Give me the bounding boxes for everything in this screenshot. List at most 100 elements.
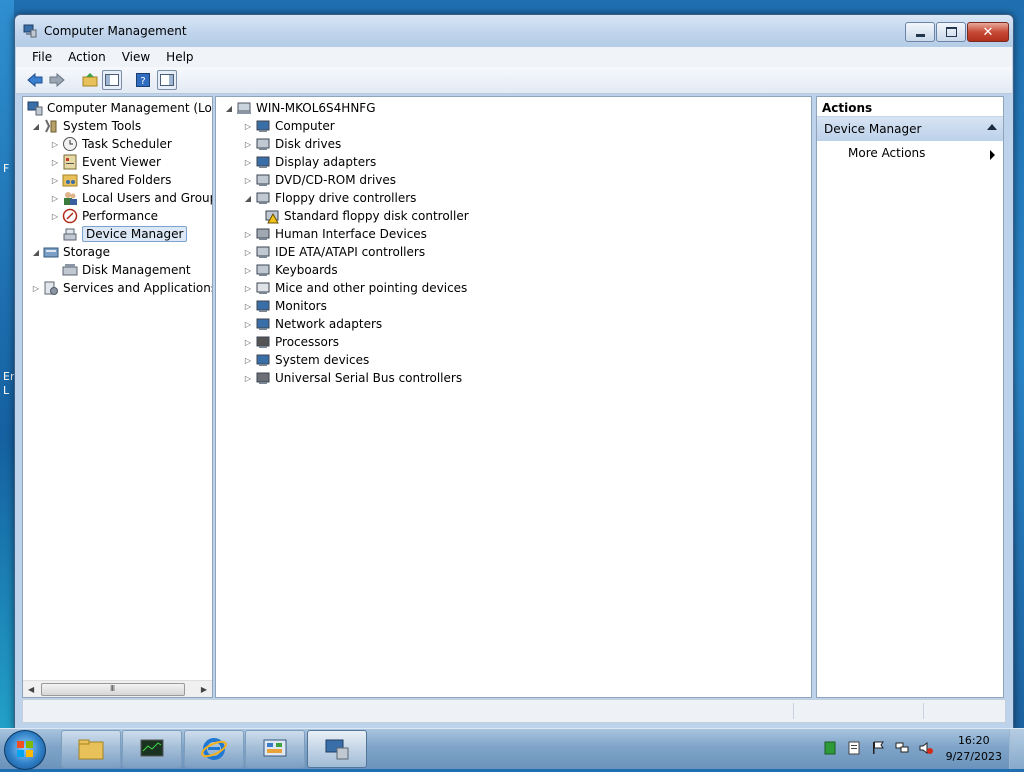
taskbar-control-panel[interactable] — [245, 730, 305, 768]
expand-arrow-icon[interactable]: ▷ — [243, 153, 253, 171]
monitor-icon — [256, 300, 270, 312]
actions-section-device-manager[interactable]: Device Manager — [817, 117, 1003, 141]
device-category[interactable]: ▷ Monitors — [243, 297, 327, 315]
device-root[interactable]: ◢ WIN-MKOL6S4HNFG — [224, 99, 376, 117]
tree-item-disk-management[interactable]: Disk Management — [60, 261, 191, 279]
help-button[interactable]: ? — [133, 70, 153, 90]
expand-arrow-icon[interactable]: ▷ — [31, 279, 41, 297]
taskbar-computer-management[interactable] — [307, 730, 367, 768]
device-category[interactable]: ▷ Computer — [243, 117, 335, 135]
show-hide-action-pane-button[interactable] — [157, 70, 177, 90]
device-category[interactable]: ▷ Mice and other pointing devices — [243, 279, 467, 297]
tree-horizontal-scrollbar[interactable]: ◀ III ▶ — [23, 680, 212, 697]
tree-item-system-tools[interactable]: ◢ System Tools — [31, 117, 141, 135]
menu-action[interactable]: Action — [60, 47, 114, 67]
expand-arrow-icon[interactable]: ▷ — [243, 135, 253, 153]
ide-controller-icon — [256, 246, 270, 258]
forward-button[interactable] — [47, 70, 67, 90]
network-icon[interactable] — [895, 741, 909, 755]
device-category[interactable]: ▷ Universal Serial Bus controllers — [243, 369, 462, 387]
document-icon[interactable] — [847, 741, 861, 755]
expand-arrow-icon[interactable]: ▷ — [50, 189, 60, 207]
collapse-arrow-icon[interactable]: ◢ — [243, 189, 253, 207]
tree-item-task-scheduler[interactable]: ▷ Task Scheduler — [50, 135, 172, 153]
device-category[interactable]: ▷ DVD/CD-ROM drives — [243, 171, 396, 189]
tree-item-event-viewer[interactable]: ▷ Event Viewer — [50, 153, 161, 171]
maximize-button[interactable] — [936, 22, 966, 42]
device-category[interactable]: ▷ Display adapters — [243, 153, 376, 171]
system-clock[interactable]: 16:20 9/27/2023 — [946, 733, 1002, 765]
device-label: Network adapters — [275, 317, 383, 331]
tree-item-services-and-applications[interactable]: ▷ Services and Applications — [31, 279, 212, 297]
expand-arrow-icon[interactable]: ▷ — [243, 243, 253, 261]
battery-icon[interactable] — [823, 741, 837, 755]
close-button[interactable]: ✕ — [967, 22, 1009, 42]
collapse-section-icon[interactable] — [987, 124, 997, 130]
expand-arrow-icon[interactable]: ▷ — [243, 261, 253, 279]
computer-icon — [256, 120, 270, 132]
device-category[interactable]: ▷ System devices — [243, 351, 369, 369]
device-label: IDE ATA/ATAPI controllers — [275, 245, 426, 259]
tree-item-label: System Tools — [63, 119, 142, 133]
expand-arrow-icon[interactable]: ▷ — [243, 315, 253, 333]
show-desktop-button[interactable] — [1009, 729, 1024, 769]
taskbar-internet-explorer[interactable] — [184, 730, 244, 768]
console-tree-pane[interactable]: Computer Management (Local ◢ System Tool… — [22, 96, 213, 698]
system-devices-icon — [256, 354, 270, 366]
forward-icon — [49, 73, 65, 87]
device-category[interactable]: ▷ Network adapters — [243, 315, 382, 333]
device-category[interactable]: ▷ IDE ATA/ATAPI controllers — [243, 243, 425, 261]
menu-file[interactable]: File — [16, 47, 60, 67]
device-category[interactable]: ▷ Processors — [243, 333, 339, 351]
device-category[interactable]: ◢ Floppy drive controllers — [243, 189, 417, 207]
expand-arrow-icon[interactable]: ▷ — [243, 117, 253, 135]
desktop-edge-text: L — [3, 384, 10, 397]
tree-item-shared-folders[interactable]: ▷ Shared Folders — [50, 171, 171, 189]
expand-arrow-icon[interactable]: ▷ — [243, 171, 253, 189]
expand-arrow-icon[interactable]: ▷ — [50, 153, 60, 171]
svg-text:?: ? — [140, 76, 145, 87]
expand-arrow-icon[interactable]: ▷ — [243, 369, 253, 387]
expand-arrow-icon[interactable]: ▷ — [243, 333, 253, 351]
device-category[interactable]: ▷ Disk drives — [243, 135, 341, 153]
minimize-button[interactable] — [905, 22, 935, 42]
expand-arrow-icon[interactable]: ▷ — [50, 171, 60, 189]
scrollbar-thumb[interactable]: III — [41, 683, 185, 696]
show-hide-console-tree-button[interactable] — [102, 70, 122, 90]
computer-management-icon — [23, 24, 37, 38]
menu-view[interactable]: View — [114, 47, 158, 67]
tree-item-storage[interactable]: ◢ Storage — [31, 243, 110, 261]
device-category[interactable]: ▷ Keyboards — [243, 261, 338, 279]
taskbar-task-manager[interactable] — [122, 730, 182, 768]
collapse-arrow-icon[interactable]: ◢ — [224, 99, 234, 117]
expand-arrow-icon[interactable]: ▷ — [243, 279, 253, 297]
expand-arrow-icon[interactable]: ▷ — [50, 207, 60, 225]
collapse-arrow-icon[interactable]: ◢ — [31, 117, 41, 135]
expand-arrow-icon[interactable]: ▷ — [243, 297, 253, 315]
actions-pane: Actions Device Manager More Actions — [816, 96, 1004, 698]
expand-arrow-icon[interactable]: ▷ — [50, 135, 60, 153]
volume-muted-icon[interactable] — [919, 741, 933, 755]
device-item[interactable]: Standard floppy disk controller — [262, 207, 469, 225]
back-button[interactable] — [25, 70, 45, 90]
users-icon — [64, 192, 77, 205]
tree-item-device-manager[interactable]: Device Manager — [60, 225, 188, 243]
more-actions-link[interactable]: More Actions — [817, 141, 1003, 163]
device-manager-pane[interactable]: ◢ WIN-MKOL6S4HNFG ▷ Computer ▷ Disk drives ▷… — [215, 96, 812, 698]
tree-item-performance[interactable]: ▷ Performance — [50, 207, 158, 225]
device-category[interactable]: ▷ Human Interface Devices — [243, 225, 427, 243]
taskbar-explorer[interactable] — [61, 730, 121, 768]
scroll-right-icon[interactable]: ▶ — [201, 685, 207, 694]
collapse-arrow-icon[interactable]: ◢ — [31, 243, 41, 261]
start-button[interactable] — [4, 730, 46, 770]
menu-help[interactable]: Help — [158, 47, 201, 67]
desktop-background: F Er L — [0, 0, 14, 728]
expand-arrow-icon[interactable]: ▷ — [243, 225, 253, 243]
up-one-level-button[interactable] — [80, 70, 100, 90]
tree-item-local-users[interactable]: ▷ Local Users and Groups — [50, 189, 212, 207]
title-bar[interactable]: Computer Management ✕ — [15, 15, 1013, 47]
action-center-flag-icon[interactable] — [871, 741, 885, 755]
expand-arrow-icon[interactable]: ▷ — [243, 351, 253, 369]
scroll-left-icon[interactable]: ◀ — [28, 685, 34, 694]
tree-item-root[interactable]: Computer Management (Local — [25, 99, 212, 117]
